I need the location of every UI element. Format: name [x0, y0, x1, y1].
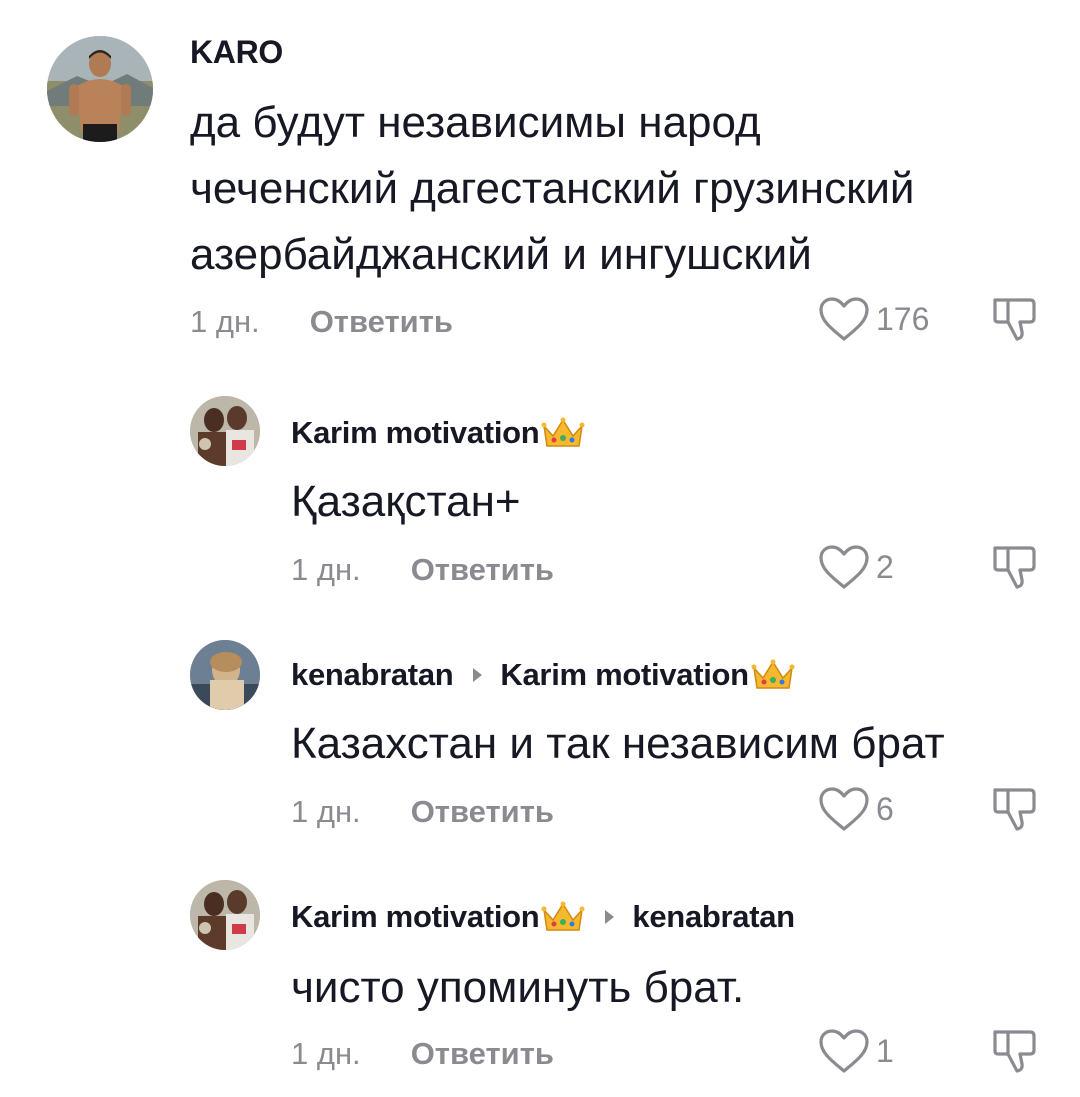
like-count: 176 — [876, 300, 930, 337]
avatar[interactable] — [47, 36, 153, 142]
avatar[interactable] — [190, 880, 260, 950]
comment-time: 1 дн. — [190, 304, 260, 339]
comment-text: чисто упоминуть брат. — [291, 963, 745, 1012]
heart-outline-icon — [818, 786, 870, 832]
thumbs-down-icon — [992, 1028, 1038, 1074]
dislike-button[interactable] — [992, 544, 1038, 590]
like-button[interactable]: 176 — [818, 296, 929, 342]
dislike-button[interactable] — [992, 296, 1038, 342]
avatar[interactable] — [190, 396, 260, 466]
username[interactable]: kenabratan Karim motivation — [291, 655, 795, 695]
avatar-photo — [190, 880, 260, 950]
crown-icon — [751, 658, 795, 692]
comment-time: 1 дн. — [291, 1036, 361, 1071]
like-button[interactable]: 1 — [818, 1028, 894, 1074]
comment-meta: 1 дн. Ответить — [291, 790, 554, 834]
like-button[interactable]: 2 — [818, 544, 894, 590]
username[interactable]: Karim motivation kenabratan — [291, 897, 795, 937]
reply-button[interactable]: Ответить — [310, 304, 453, 340]
comment-meta: 1 дн. Ответить — [291, 548, 554, 592]
caret-right-icon — [473, 668, 483, 682]
username-text: KARO — [190, 33, 284, 70]
comment-text: да будут независимы народ чеченский даге… — [190, 98, 915, 279]
thumbs-down-icon — [992, 544, 1038, 590]
heart-outline-icon — [818, 296, 870, 342]
username-text: kenabratan — [291, 657, 454, 692]
like-count: 6 — [876, 790, 894, 827]
comment-time: 1 дн. — [291, 552, 361, 587]
avatar-photo — [47, 36, 153, 142]
username-text: Karim motivation — [291, 899, 540, 934]
crown-icon — [541, 416, 585, 450]
thumbs-down-icon — [992, 786, 1038, 832]
avatar-photo — [190, 640, 260, 710]
like-count: 2 — [876, 548, 894, 585]
thumbs-down-icon — [992, 296, 1038, 342]
comment-time: 1 дн. — [291, 794, 361, 829]
comment-text: Қазақстан+ — [291, 477, 521, 526]
heart-outline-icon — [818, 544, 870, 590]
avatar-photo — [190, 396, 260, 466]
reply-to-username[interactable]: Karim motivation — [500, 657, 749, 693]
reply-button[interactable]: Ответить — [411, 794, 554, 830]
like-count: 1 — [876, 1032, 894, 1069]
comment-meta: 1 дн. Ответить — [190, 300, 453, 344]
reply-to-username[interactable]: kenabratan — [632, 899, 795, 935]
username[interactable]: KARO — [190, 33, 283, 71]
crown-icon — [541, 900, 585, 934]
dislike-button[interactable] — [992, 786, 1038, 832]
username[interactable]: Karim motivation — [291, 413, 585, 453]
reply-button[interactable]: Ответить — [411, 1036, 554, 1072]
heart-outline-icon — [818, 1028, 870, 1074]
reply-button[interactable]: Ответить — [411, 552, 554, 588]
caret-right-icon — [605, 910, 615, 924]
dislike-button[interactable] — [992, 1028, 1038, 1074]
like-button[interactable]: 6 — [818, 786, 894, 832]
comment-text: Казахстан и так независим брат — [291, 719, 945, 768]
avatar[interactable] — [190, 640, 260, 710]
comment-meta: 1 дн. Ответить — [291, 1032, 554, 1076]
username-text: Karim motivation — [291, 415, 540, 450]
